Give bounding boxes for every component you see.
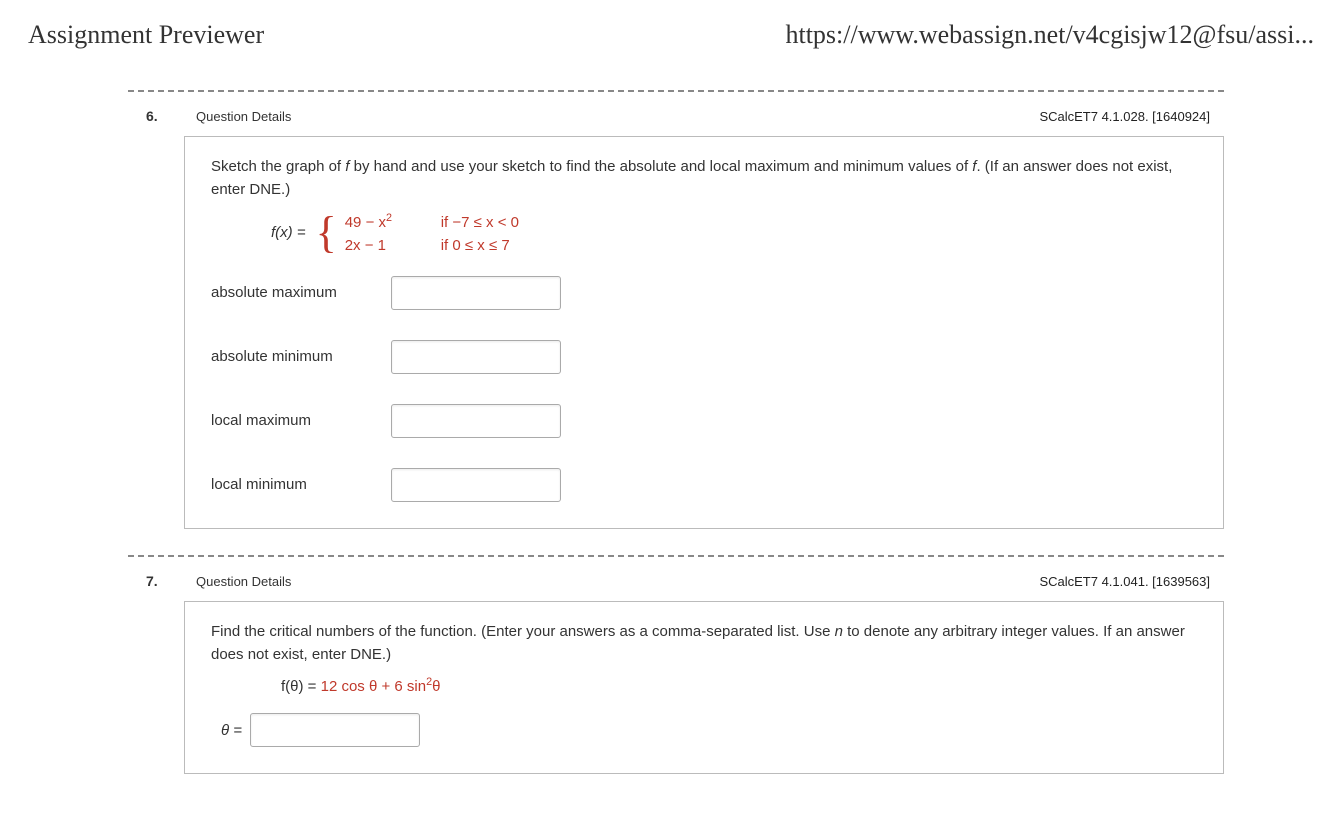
- separator: [128, 90, 1224, 92]
- separator: [128, 555, 1224, 557]
- piecewise-row: 49 − x2 if −7 ≤ x < 0: [345, 212, 519, 231]
- piecewise-row: 2x − 1 if 0 ≤ x ≤ 7: [345, 235, 519, 254]
- answer-input-theta[interactable]: [250, 713, 420, 747]
- answer-input-absolute-max[interactable]: [391, 276, 561, 310]
- question-details-label: Question Details: [196, 109, 1039, 124]
- theta-answer-row: θ =: [221, 713, 1197, 747]
- question-source: SCalcET7 4.1.028. [1640924]: [1039, 109, 1210, 124]
- question-details-label: Question Details: [196, 574, 1039, 589]
- answer-input-local-min[interactable]: [391, 468, 561, 502]
- answer-label-local-min: local minimum: [211, 476, 391, 493]
- theta-label: θ =: [221, 722, 242, 739]
- question-header-row: 7. Question Details SCalcET7 4.1.041. [1…: [128, 573, 1224, 589]
- question-box: Sketch the graph of f by hand and use yo…: [184, 136, 1224, 529]
- piecewise-function: f(x) = { 49 − x2 if −7 ≤ x < 0 2x − 1 if…: [271, 212, 1197, 254]
- answer-grid: absolute maximum absolute minimum local …: [211, 276, 1197, 502]
- answer-label-local-max: local maximum: [211, 412, 391, 429]
- question-number: 6.: [146, 108, 196, 124]
- question-prompt: Find the critical numbers of the functio…: [211, 620, 1197, 667]
- question-box: Find the critical numbers of the functio…: [184, 601, 1224, 775]
- fx-label: f(x) =: [271, 224, 306, 241]
- function-formula: f(θ) = 12 cos θ + 6 sin2θ: [281, 676, 1197, 695]
- answer-label-absolute-max: absolute maximum: [211, 284, 391, 301]
- page-header: Assignment Previewer https://www.webassi…: [28, 20, 1314, 50]
- question-prompt: Sketch the graph of f by hand and use yo…: [211, 155, 1197, 202]
- page-title: Assignment Previewer: [28, 20, 264, 50]
- question-header-row: 6. Question Details SCalcET7 4.1.028. [1…: [128, 108, 1224, 124]
- page-url: https://www.webassign.net/v4cgisjw12@fsu…: [785, 20, 1314, 50]
- question-source: SCalcET7 4.1.041. [1639563]: [1039, 574, 1210, 589]
- question-number: 7.: [146, 573, 196, 589]
- content: 6. Question Details SCalcET7 4.1.028. [1…: [128, 90, 1224, 774]
- left-brace-icon: {: [316, 214, 337, 251]
- answer-label-absolute-min: absolute minimum: [211, 348, 391, 365]
- answer-input-local-max[interactable]: [391, 404, 561, 438]
- answer-input-absolute-min[interactable]: [391, 340, 561, 374]
